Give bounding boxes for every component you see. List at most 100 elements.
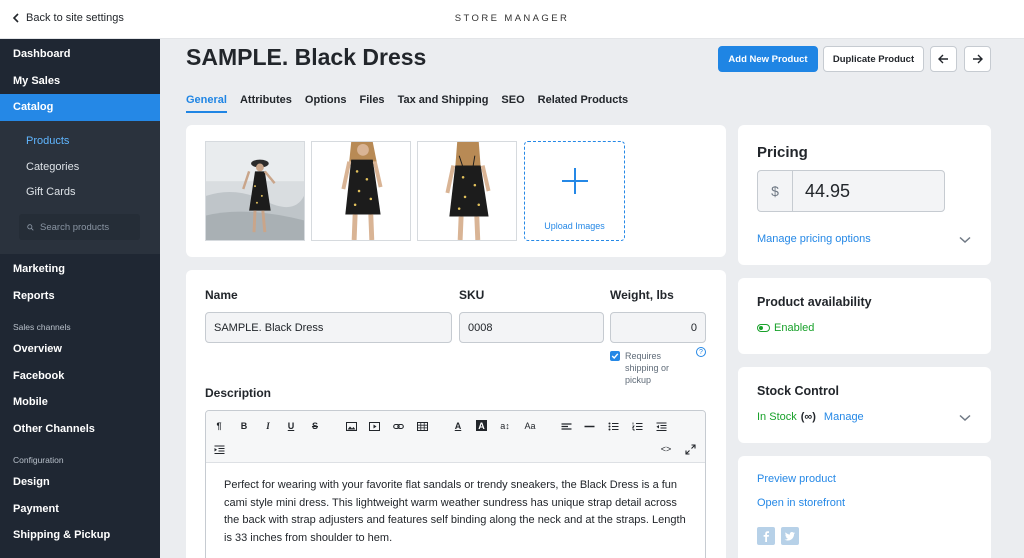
sidebar-item-design[interactable]: Design <box>0 469 160 496</box>
image-icon <box>345 421 357 431</box>
page-title: SAMPLE. Black Dress <box>186 44 427 70</box>
indent-icon <box>214 444 224 454</box>
preview-product-link[interactable]: Preview product <box>757 473 836 485</box>
product-image-thumbnail[interactable] <box>311 141 411 241</box>
previous-product-button[interactable] <box>930 46 957 72</box>
align-left-icon <box>561 422 571 430</box>
sidebar-item-mobile[interactable]: Mobile <box>0 389 160 416</box>
availability-status: Enabled <box>774 322 815 334</box>
description-text[interactable]: Perfect for wearing with your favorite f… <box>206 463 705 547</box>
underline-button[interactable]: U <box>283 418 299 434</box>
code-view-button[interactable]: <> <box>658 441 674 457</box>
manage-pricing-link[interactable]: Manage pricing options <box>757 233 871 245</box>
currency-symbol: $ <box>758 171 793 211</box>
sidebar-item-overview[interactable]: Overview <box>0 336 160 363</box>
sidebar-item-marketing[interactable]: Marketing <box>0 256 160 283</box>
sidebar-item-other-channels[interactable]: Other Channels <box>0 416 160 443</box>
sales-channels-heading: Sales channels <box>13 322 71 332</box>
availability-title: Product availability <box>757 295 872 309</box>
upload-images-button[interactable]: Upload Images <box>524 141 625 241</box>
dress-back-image <box>418 142 516 240</box>
sidebar-subitem-products[interactable]: Products <box>0 129 160 155</box>
sidebar-subitem-categories[interactable]: Categories <box>0 154 160 180</box>
insert-image-button[interactable] <box>343 418 359 434</box>
store-manager-title: STORE MANAGER <box>454 13 570 24</box>
tab-tax-shipping[interactable]: Tax and Shipping <box>398 94 489 113</box>
sidebar-item-reports[interactable]: Reports <box>0 283 160 310</box>
chevron-down-icon[interactable] <box>959 414 971 422</box>
toggle-on-icon <box>757 324 770 332</box>
bold-button[interactable]: B <box>236 418 252 434</box>
search-products-input[interactable] <box>40 221 140 233</box>
fullscreen-button[interactable] <box>682 441 698 457</box>
outdent-button[interactable] <box>653 418 669 434</box>
numbered-list-button[interactable] <box>629 418 645 434</box>
italic-button[interactable]: I <box>260 418 276 434</box>
manage-stock-link[interactable]: Manage <box>824 411 864 423</box>
price-value[interactable]: 44.95 <box>793 181 850 202</box>
arrow-left-icon <box>938 54 948 64</box>
insert-table-button[interactable] <box>414 418 430 434</box>
requires-shipping-label: Requires shipping or pickup <box>625 351 670 385</box>
sku-label: SKU <box>459 288 485 302</box>
tab-files[interactable]: Files <box>359 94 384 113</box>
catalog-submenu: Products Categories Gift Cards <box>0 120 160 254</box>
sidebar-item-shipping-pickup[interactable]: Shipping & Pickup <box>0 522 160 549</box>
sidebar-item-my-sales[interactable]: My Sales <box>0 68 160 95</box>
horizontal-rule-button[interactable] <box>581 418 597 434</box>
description-editor: ¶ B I U S A A a↕ Aa <> Perfect for weari… <box>205 410 706 558</box>
product-links-card: Preview product Open in storefront <box>738 456 991 558</box>
price-input[interactable]: $ 44.95 <box>757 170 945 212</box>
tab-general[interactable]: General <box>186 94 227 113</box>
name-input[interactable] <box>205 312 452 343</box>
pricing-card: Pricing $ 44.95 Manage pricing options <box>738 125 991 265</box>
open-storefront-link[interactable]: Open in storefront <box>757 497 845 509</box>
pricing-title: Pricing <box>757 144 808 161</box>
product-images-card: Upload Images <box>186 125 726 257</box>
table-icon <box>416 421 428 431</box>
product-image-thumbnail[interactable] <box>417 141 517 241</box>
sidebar-item-facebook[interactable]: Facebook <box>0 363 160 390</box>
availability-toggle[interactable]: Enabled <box>757 322 814 334</box>
editor-toolbar: ¶ B I U S A A a↕ Aa <> <box>206 411 705 463</box>
sidebar-item-payment[interactable]: Payment <box>0 496 160 523</box>
tab-related-products[interactable]: Related Products <box>538 94 628 113</box>
tab-options[interactable]: Options <box>305 94 347 113</box>
paragraph-button[interactable]: ¶ <box>211 418 227 434</box>
product-tabs: General Attributes Options Files Tax and… <box>186 94 641 113</box>
bullet-list-button[interactable] <box>605 418 621 434</box>
sidebar-item-dashboard[interactable]: Dashboard <box>0 41 160 68</box>
strikethrough-button[interactable]: S <box>307 418 323 434</box>
sidebar-search[interactable] <box>19 214 140 240</box>
twitter-share-button[interactable] <box>781 527 799 545</box>
product-availability-card: Product availability Enabled <box>738 278 991 354</box>
sku-input[interactable] <box>459 312 604 343</box>
indent-button[interactable] <box>211 441 227 457</box>
help-icon[interactable]: ? <box>696 347 706 357</box>
weight-input[interactable] <box>610 312 706 343</box>
checkmark-icon <box>611 353 619 360</box>
facebook-share-button[interactable] <box>757 527 775 545</box>
insert-video-button[interactable] <box>366 418 382 434</box>
duplicate-product-button[interactable]: Duplicate Product <box>823 46 924 72</box>
sidebar-item-catalog[interactable]: Catalog <box>0 94 160 121</box>
font-family-button[interactable]: Aa <box>522 418 538 434</box>
stock-status-row: In Stock (∞) Manage <box>757 411 864 423</box>
beach-photo-image <box>206 142 304 240</box>
requires-shipping-checkbox[interactable] <box>610 351 620 361</box>
dress-front-image <box>312 142 410 240</box>
tab-attributes[interactable]: Attributes <box>240 94 292 113</box>
align-button[interactable] <box>558 418 574 434</box>
tab-seo[interactable]: SEO <box>501 94 524 113</box>
font-size-button[interactable]: a↕ <box>497 418 513 434</box>
background-color-button[interactable]: A <box>476 420 487 431</box>
next-product-button[interactable] <box>964 46 991 72</box>
product-image-thumbnail[interactable] <box>205 141 305 241</box>
insert-link-button[interactable] <box>390 418 406 434</box>
text-color-button[interactable]: A <box>450 418 466 434</box>
chevron-down-icon[interactable] <box>959 236 971 244</box>
arrow-right-icon <box>973 54 983 64</box>
search-icon <box>27 223 34 231</box>
add-new-product-button[interactable]: Add New Product <box>718 46 818 72</box>
sidebar-subitem-gift-cards[interactable]: Gift Cards <box>0 180 160 206</box>
